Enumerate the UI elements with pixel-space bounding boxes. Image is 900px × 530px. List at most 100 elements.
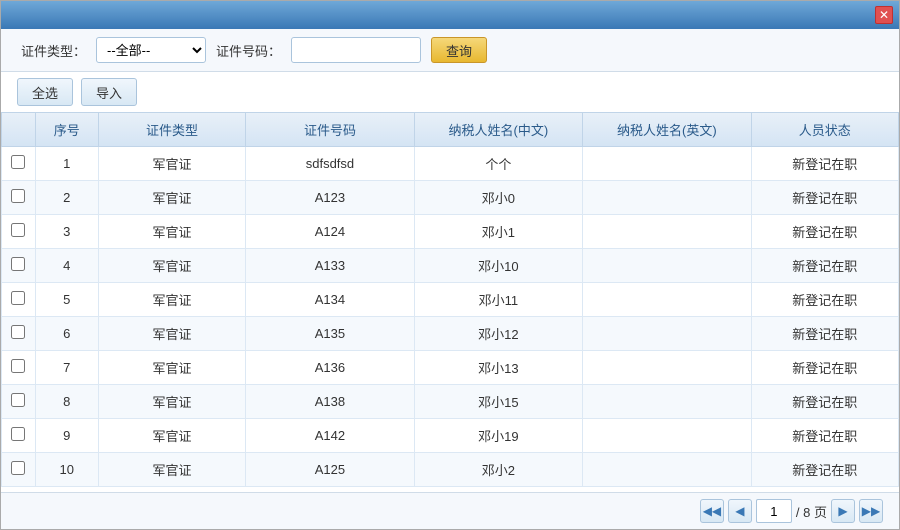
row-name-cn-1: 个个	[414, 147, 582, 181]
table-body: 1 军官证 sdfsdfsd 个个 新登记在职 2 军官证 A123 邓小0 新…	[2, 147, 899, 487]
row-name-en-2	[583, 181, 751, 215]
page-input[interactable]	[756, 499, 792, 523]
pagination-bar: ◀◀ ◀ / 8 页 ▶ ▶▶	[1, 492, 899, 529]
toolbar: 证件类型： --全部-- 军官证 护照 身份证 其他 证件号码： 查询	[1, 29, 899, 72]
table-row: 8 军官证 A138 邓小15 新登记在职	[2, 385, 899, 419]
row-type-3: 军官证	[98, 215, 245, 249]
row-name-en-7	[583, 351, 751, 385]
row-status-1: 新登记在职	[751, 147, 898, 181]
checkbox-4[interactable]	[11, 257, 25, 271]
row-seq-8: 8	[35, 385, 98, 419]
table-row: 6 军官证 A135 邓小12 新登记在职	[2, 317, 899, 351]
checkbox-10[interactable]	[11, 461, 25, 475]
row-type-5: 军官证	[98, 283, 245, 317]
row-status-7: 新登记在职	[751, 351, 898, 385]
row-name-en-6	[583, 317, 751, 351]
row-id-9: A142	[246, 419, 414, 453]
row-type-10: 军官证	[98, 453, 245, 487]
row-id-6: A135	[246, 317, 414, 351]
checkbox-8[interactable]	[11, 393, 25, 407]
row-id-8: A138	[246, 385, 414, 419]
row-id-4: A133	[246, 249, 414, 283]
row-checkbox-9[interactable]	[2, 419, 36, 453]
row-name-cn-5: 邓小11	[414, 283, 582, 317]
row-status-6: 新登记在职	[751, 317, 898, 351]
id-label: 证件号码：	[216, 41, 281, 60]
row-id-2: A123	[246, 181, 414, 215]
row-name-cn-3: 邓小1	[414, 215, 582, 249]
search-button[interactable]: 查询	[431, 37, 487, 63]
row-type-8: 军官证	[98, 385, 245, 419]
row-id-7: A136	[246, 351, 414, 385]
row-name-en-4	[583, 249, 751, 283]
row-id-3: A124	[246, 215, 414, 249]
row-name-en-8	[583, 385, 751, 419]
row-checkbox-7[interactable]	[2, 351, 36, 385]
row-status-10: 新登记在职	[751, 453, 898, 487]
row-id-1: sdfsdfsd	[246, 147, 414, 181]
last-page-button[interactable]: ▶▶	[859, 499, 883, 523]
table-row: 7 军官证 A136 邓小13 新登记在职	[2, 351, 899, 385]
row-name-cn-6: 邓小12	[414, 317, 582, 351]
checkbox-2[interactable]	[11, 189, 25, 203]
row-id-10: A125	[246, 453, 414, 487]
id-input[interactable]	[291, 37, 421, 63]
row-checkbox-6[interactable]	[2, 317, 36, 351]
checkbox-9[interactable]	[11, 427, 25, 441]
row-name-cn-2: 邓小0	[414, 181, 582, 215]
row-seq-4: 4	[35, 249, 98, 283]
row-name-en-3	[583, 215, 751, 249]
row-id-5: A134	[246, 283, 414, 317]
close-button[interactable]: ✕	[875, 6, 893, 24]
table-container: 序号 证件类型 证件号码 纳税人姓名(中文) 纳税人姓名(英文) 人员状态 1 …	[1, 112, 899, 492]
table-row: 5 军官证 A134 邓小11 新登记在职	[2, 283, 899, 317]
row-status-5: 新登记在职	[751, 283, 898, 317]
row-status-2: 新登记在职	[751, 181, 898, 215]
row-checkbox-2[interactable]	[2, 181, 36, 215]
checkbox-6[interactable]	[11, 325, 25, 339]
row-status-3: 新登记在职	[751, 215, 898, 249]
row-name-en-1	[583, 147, 751, 181]
checkbox-7[interactable]	[11, 359, 25, 373]
select-all-button[interactable]: 全选	[17, 78, 73, 106]
header-name-cn: 纳税人姓名(中文)	[414, 113, 582, 147]
row-status-9: 新登记在职	[751, 419, 898, 453]
main-window: ✕ 证件类型： --全部-- 军官证 护照 身份证 其他 证件号码： 查询 全选…	[0, 0, 900, 530]
row-name-en-10	[583, 453, 751, 487]
row-checkbox-5[interactable]	[2, 283, 36, 317]
next-page-button[interactable]: ▶	[831, 499, 855, 523]
table-row: 1 军官证 sdfsdfsd 个个 新登记在职	[2, 147, 899, 181]
row-name-cn-8: 邓小15	[414, 385, 582, 419]
table-row: 4 军官证 A133 邓小10 新登记在职	[2, 249, 899, 283]
row-name-cn-4: 邓小10	[414, 249, 582, 283]
checkbox-5[interactable]	[11, 291, 25, 305]
prev-page-button[interactable]: ◀	[728, 499, 752, 523]
checkbox-3[interactable]	[11, 223, 25, 237]
row-checkbox-10[interactable]	[2, 453, 36, 487]
header-name-en: 纳税人姓名(英文)	[583, 113, 751, 147]
row-checkbox-3[interactable]	[2, 215, 36, 249]
action-bar: 全选 导入	[1, 72, 899, 112]
row-checkbox-8[interactable]	[2, 385, 36, 419]
first-page-button[interactable]: ◀◀	[700, 499, 724, 523]
header-checkbox	[2, 113, 36, 147]
row-name-cn-10: 邓小2	[414, 453, 582, 487]
row-checkbox-1[interactable]	[2, 147, 36, 181]
row-seq-2: 2	[35, 181, 98, 215]
type-select[interactable]: --全部-- 军官证 护照 身份证 其他	[96, 37, 206, 63]
row-type-7: 军官证	[98, 351, 245, 385]
header-status: 人员状态	[751, 113, 898, 147]
checkbox-1[interactable]	[11, 155, 25, 169]
row-status-8: 新登记在职	[751, 385, 898, 419]
row-seq-3: 3	[35, 215, 98, 249]
row-checkbox-4[interactable]	[2, 249, 36, 283]
row-name-en-9	[583, 419, 751, 453]
import-button[interactable]: 导入	[81, 78, 137, 106]
row-seq-5: 5	[35, 283, 98, 317]
title-bar: ✕	[1, 1, 899, 29]
row-name-cn-9: 邓小19	[414, 419, 582, 453]
table-row: 10 军官证 A125 邓小2 新登记在职	[2, 453, 899, 487]
row-type-9: 军官证	[98, 419, 245, 453]
row-name-en-5	[583, 283, 751, 317]
table-row: 3 军官证 A124 邓小1 新登记在职	[2, 215, 899, 249]
